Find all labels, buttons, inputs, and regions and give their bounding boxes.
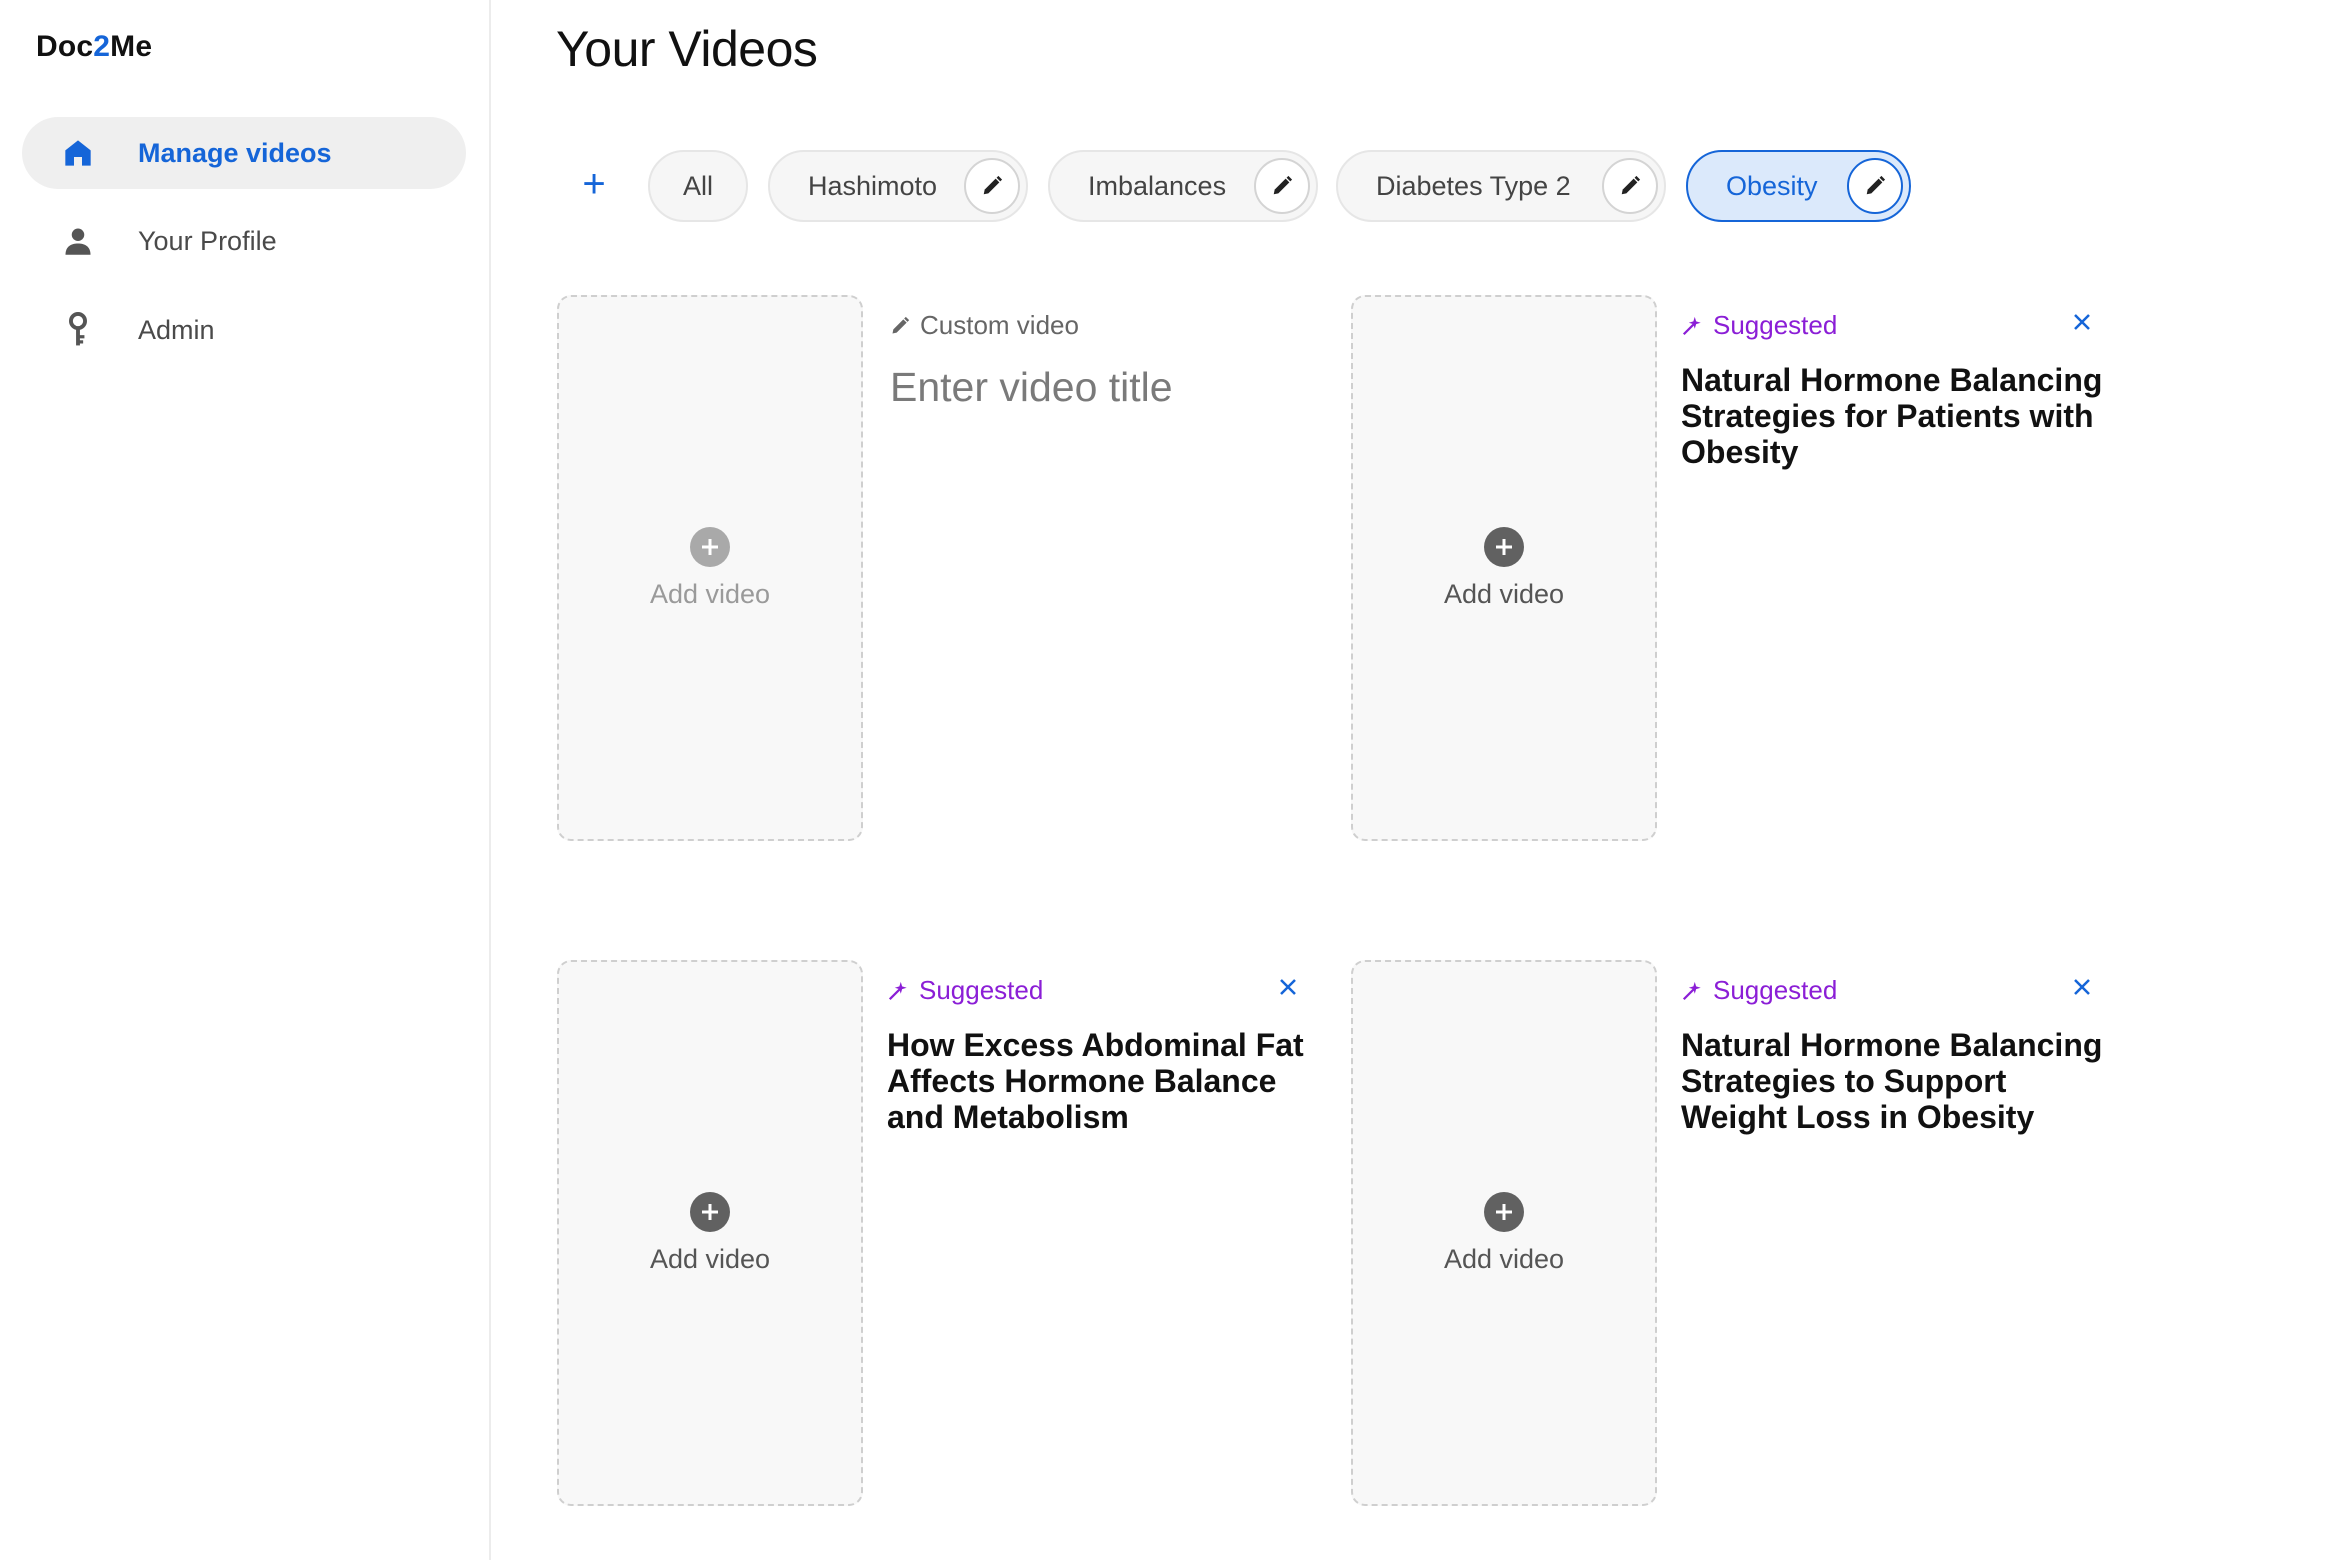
category-chip-label: Obesity <box>1726 170 1818 201</box>
logo-accent: 2 <box>93 30 111 63</box>
edit-category-button[interactable] <box>1847 158 1903 214</box>
video-title: Natural Hormone Balancing Strategies for… <box>1681 362 2103 470</box>
home-icon <box>58 133 98 173</box>
pencil-icon <box>890 316 910 336</box>
logo-suffix: Me <box>110 30 153 63</box>
category-chip-label: Imbalances <box>1088 170 1227 201</box>
plus-circle-icon <box>1484 526 1524 567</box>
sidebar-item-your-profile[interactable]: Your Profile <box>22 205 466 277</box>
edit-category-button[interactable] <box>1602 158 1658 214</box>
magic-wand-icon <box>887 980 909 1002</box>
tag-label: Suggested <box>919 975 1044 1005</box>
close-icon <box>1280 979 1296 995</box>
suggested-tag: Suggested <box>1681 310 1837 341</box>
category-chip-obesity[interactable]: Obesity <box>1686 150 1911 222</box>
tag-label: Suggested <box>1713 975 1838 1005</box>
add-video-button[interactable]: Add video <box>557 295 863 841</box>
category-chip-diabetes-type-2[interactable]: Diabetes Type 2 <box>1336 150 1666 222</box>
sidebar-item-label: Admin <box>138 314 215 345</box>
magic-wand-icon <box>1681 315 1703 337</box>
category-chip-label: All <box>682 170 713 201</box>
plus-circle-icon <box>690 1191 730 1232</box>
tag-label: Suggested <box>1713 310 1838 340</box>
sidebar-item-manage-videos[interactable]: Manage videos <box>22 117 466 189</box>
dismiss-suggestion-button[interactable] <box>2066 306 2098 338</box>
key-icon <box>58 310 98 350</box>
pencil-icon <box>1273 175 1293 195</box>
category-chip-label: Diabetes Type 2 <box>1376 170 1571 201</box>
close-icon <box>2074 314 2090 330</box>
magic-wand-icon <box>1681 980 1703 1002</box>
category-chip-label: Hashimoto <box>808 170 938 201</box>
video-title: How Excess Abdominal Fat Affects Hormone… <box>887 1027 1304 1135</box>
page-title: Your Videos <box>556 21 818 77</box>
dismiss-suggestion-button[interactable] <box>2066 971 2098 1003</box>
edit-category-button[interactable] <box>964 158 1020 214</box>
add-video-button[interactable]: Add video <box>1351 295 1657 841</box>
add-video-label: Add video <box>1443 578 1565 609</box>
logo-prefix: Doc <box>36 30 94 63</box>
sidebar-item-label: Manage videos <box>138 137 332 168</box>
pencil-icon <box>1621 175 1641 195</box>
dismiss-suggestion-button[interactable] <box>1272 971 1304 1003</box>
app-logo[interactable]: Doc2Me <box>36 30 152 64</box>
add-category-button[interactable]: + <box>568 158 620 210</box>
plus-circle-icon <box>1484 1191 1524 1232</box>
add-video-button[interactable]: Add video <box>557 960 863 1506</box>
close-icon <box>2074 979 2090 995</box>
category-chip-all[interactable]: All <box>648 150 748 222</box>
sidebar: Doc2Me Manage videos Your Profile Admin <box>0 0 491 1560</box>
add-video-label: Add video <box>1443 1243 1565 1274</box>
category-chip-hashimoto[interactable]: Hashimoto <box>768 150 1028 222</box>
video-title-input[interactable] <box>890 364 1310 411</box>
suggested-tag: Suggested <box>887 975 1043 1006</box>
add-video-label: Add video <box>649 1243 771 1274</box>
pencil-icon <box>983 175 1003 195</box>
add-video-button[interactable]: Add video <box>1351 960 1657 1506</box>
custom-video-tag: Custom video <box>890 310 1079 341</box>
edit-category-button[interactable] <box>1254 158 1310 214</box>
category-chip-imbalances[interactable]: Imbalances <box>1048 150 1318 222</box>
sidebar-item-label: Your Profile <box>138 225 277 256</box>
tag-label: Custom video <box>920 310 1079 340</box>
video-title: Natural Hormone Balancing Strategies to … <box>1681 1027 2103 1135</box>
plus-circle-icon <box>690 526 730 567</box>
person-icon <box>58 221 98 261</box>
pencil-icon <box>1866 175 1886 195</box>
sidebar-item-admin[interactable]: Admin <box>22 294 466 366</box>
suggested-tag: Suggested <box>1681 975 1837 1006</box>
add-video-label: Add video <box>649 578 771 609</box>
